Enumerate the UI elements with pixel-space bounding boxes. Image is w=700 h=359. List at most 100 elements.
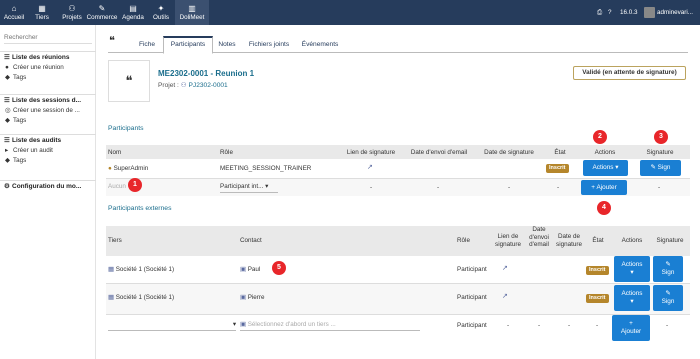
- section-title-external: Participants externes: [108, 205, 172, 212]
- left-sidebar: ☰Liste des réunions ●Créer une réunion ◆…: [0, 25, 96, 359]
- sidebar-link-create-session[interactable]: ◎ Créer une session de ...: [0, 106, 96, 116]
- contact-label: Pierre: [247, 294, 265, 301]
- marker-3: 3: [654, 130, 668, 144]
- sign-button[interactable]: ✎ Sign: [640, 160, 681, 176]
- tab-events[interactable]: Événements: [297, 36, 343, 53]
- row-divider: [106, 314, 690, 315]
- signature-link-icon[interactable]: ↗: [367, 163, 373, 171]
- sidebar-link-label: Créer une session de ...: [13, 107, 80, 114]
- nav-projects[interactable]: ⚇ Projets: [58, 0, 86, 25]
- help-icon[interactable]: ?: [608, 0, 612, 25]
- tab-card[interactable]: Fiche: [132, 36, 162, 53]
- nav-label: Tiers: [35, 14, 49, 21]
- thirdparty-link[interactable]: ▦ Société 1 (Société 1): [108, 294, 174, 301]
- print-icon[interactable]: ⎙: [597, 0, 602, 25]
- contact-icon: ▣: [240, 266, 246, 273]
- meeting-icon: ●: [5, 64, 9, 71]
- nav-commerce[interactable]: ✎ Commerce: [87, 0, 118, 25]
- commerce-icon: ✎: [98, 4, 106, 13]
- project-link[interactable]: PJ2302-0001: [189, 82, 228, 89]
- signature-link-icon[interactable]: ↗: [502, 264, 508, 272]
- sidebar-link-config[interactable]: ⚙ Configuration du mo...: [0, 181, 96, 192]
- signature-icon: ✎: [665, 290, 671, 297]
- project-label: Projet :: [158, 82, 179, 89]
- sidebar-block-audits: ☰ Liste des audits ▸ Créer un audit ◆ Tags: [0, 134, 96, 166]
- building-icon: ▦: [108, 294, 114, 301]
- plus-icon: +: [629, 320, 633, 327]
- participant-name-label: SuperAdmin: [113, 165, 149, 172]
- sign-button[interactable]: ✎ Sign: [653, 285, 683, 311]
- dolimeet-icon: ▥: [188, 4, 196, 13]
- tab-attached-files[interactable]: Fichiers joints: [244, 36, 294, 53]
- sidebar-link-label: Créer une réunion: [13, 64, 64, 71]
- sign-label: Sign: [661, 269, 675, 276]
- sidebar-link-label: Créer un audit: [13, 147, 53, 154]
- sidebar-title-sessions[interactable]: ☰ Liste des sessions d...: [0, 95, 96, 106]
- actions-button[interactable]: Actions ▾: [614, 256, 650, 282]
- project-icon: ⚇: [180, 82, 187, 89]
- sidebar-link-create-audit[interactable]: ▸ Créer un audit: [0, 146, 96, 156]
- sign-label: Sign: [661, 298, 675, 305]
- role-select[interactable]: Participant int... ▾: [220, 182, 278, 193]
- col-signature-date: Date de signature: [556, 233, 582, 248]
- nav-tools[interactable]: ✦ Outils: [149, 0, 173, 25]
- sidebar-link-tags[interactable]: ◆ Tags: [0, 116, 96, 126]
- contact-select[interactable]: ▣ Sélectionnez d'abord un tiers ...: [240, 320, 420, 331]
- thirdparty-label: Société 1 (Société 1): [115, 266, 175, 273]
- nav-thirdparties[interactable]: ▦ Tiers: [31, 0, 53, 25]
- state-badge: Inscrit: [586, 266, 609, 275]
- sidebar-link-tags[interactable]: ◆ Tags: [0, 156, 96, 166]
- meeting-icon: ❝: [108, 60, 150, 102]
- thirdparty-select[interactable]: ▾: [108, 320, 236, 331]
- sidebar-title-audits[interactable]: ☰ Liste des audits: [0, 135, 96, 146]
- col-signature-link: Lien de signature: [346, 149, 396, 156]
- external-role: Participant: [457, 294, 487, 301]
- participant-name[interactable]: ● SuperAdmin: [108, 165, 148, 172]
- version-label: 16.0.3: [620, 9, 638, 16]
- list-icon: ☰: [4, 54, 10, 61]
- sidebar-title-meetings[interactable]: ☰ Liste des réunions: [0, 52, 96, 63]
- tab-bar: Fiche Participants Notes Fichiers joints…: [108, 36, 688, 54]
- actions-button[interactable]: Actions ▾: [614, 285, 650, 311]
- actions-button[interactable]: Actions ▾: [583, 160, 628, 176]
- avatar: [644, 7, 655, 18]
- list-icon: ☰: [4, 137, 10, 144]
- sign-button[interactable]: ✎ Sign: [653, 256, 683, 282]
- nav-dolimeet[interactable]: ▥ DoliMeet: [175, 0, 209, 25]
- col-role: Rôle: [220, 149, 233, 156]
- thirdparty-link[interactable]: ▦ Société 1 (Société 1): [108, 266, 174, 273]
- nav-home[interactable]: ⌂ Accueil: [2, 0, 26, 25]
- col-role: Rôle: [457, 237, 470, 244]
- sidebar-title-label: Liste des réunions: [12, 54, 70, 61]
- col-email-date: Date d'envoi d'email: [410, 149, 468, 156]
- sidebar-title-label: Liste des audits: [12, 137, 62, 144]
- add-external-button[interactable]: + Ajouter: [612, 315, 650, 341]
- add-label: Ajouter: [596, 183, 617, 191]
- add-participant-button[interactable]: + Ajouter: [581, 180, 627, 195]
- empty-cell: -: [538, 322, 541, 329]
- empty-cell: -: [370, 184, 373, 191]
- empty-cell: -: [666, 322, 669, 329]
- contact-link[interactable]: ▣ Pierre: [240, 294, 265, 301]
- sidebar-link-label: Tags: [13, 74, 27, 81]
- tab-notes[interactable]: Notes: [214, 36, 240, 53]
- tab-participants[interactable]: Participants: [163, 36, 213, 54]
- signature-link-icon[interactable]: ↗: [502, 292, 508, 300]
- search-input[interactable]: [4, 32, 92, 44]
- col-contact: Contact: [240, 237, 262, 244]
- col-signature-date: Date de signature: [484, 149, 534, 156]
- nav-label: Outils: [152, 14, 170, 21]
- nav-label: Agenda: [122, 14, 144, 21]
- section-title-participants: Participants: [108, 125, 144, 132]
- contact-link[interactable]: ▣ Paul: [240, 266, 260, 273]
- tools-icon: ✦: [157, 4, 165, 13]
- marker-1: 1: [128, 178, 142, 192]
- nav-agenda[interactable]: ▤ Agenda: [120, 0, 146, 25]
- sidebar-link-tags[interactable]: ◆ Tags: [0, 73, 96, 83]
- sidebar-link-create-meeting[interactable]: ● Créer une réunion: [0, 63, 96, 73]
- user-menu[interactable]: adminevari...: [644, 0, 693, 25]
- participant-role: MEETING_SESSION_TRAINER: [220, 165, 312, 172]
- contact-icon: ▣: [240, 294, 246, 301]
- nav-label: Projets: [62, 14, 82, 21]
- state-badge: Inscrit: [546, 164, 569, 173]
